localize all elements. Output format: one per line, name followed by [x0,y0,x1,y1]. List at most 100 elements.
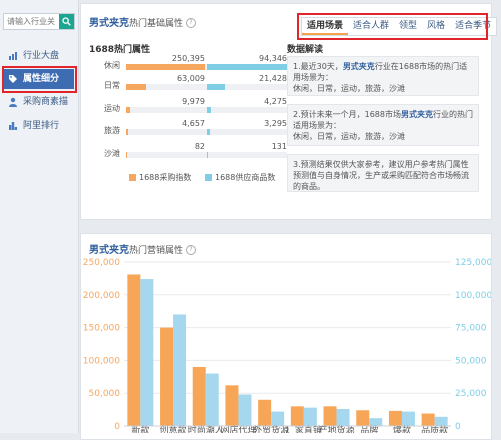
supply-track [207,152,287,158]
chart-bar-series-1 [421,413,435,426]
chart-icon [9,52,17,60]
ranking-icon [9,122,17,130]
chart-bar-series-2 [336,408,350,426]
chart-bar-series-1 [323,406,337,426]
sidebar-item-ranking[interactable]: 阿里排行 [4,116,74,136]
chart-bar-series-2 [369,418,383,426]
row-label: 运动 [104,104,120,113]
chart-bar-series-2 [303,407,317,426]
attribute-row: 日常 63,009 21,428 [104,74,287,91]
purchase-track [126,129,208,135]
purchase-track [126,152,208,158]
hot-attributes-title: 1688热门属性 [89,45,151,55]
chart-bar-series-1 [225,385,239,426]
attribute-row: 运动 9,979 4,275 [104,97,287,114]
row-label: 沙滩 [104,149,120,158]
interpretation-item: 1.最近30天，男式夹克行业在1688市场的热门适用场景为： 休闲，日常，运动，… [287,56,479,96]
attribute-panel-title: 男式夹克热门基础属性? [89,14,197,29]
legend-swatch [205,174,212,181]
supply-count-value: 21,428 [259,74,287,83]
sidebar-item-label: 阿里排行 [23,121,60,131]
x-tick-label: 外贸货源 [253,424,289,433]
chart-bar-series-2 [140,279,154,426]
interpretation-title: 数据解读 [287,45,324,55]
title-keyword: 男式夹克 [89,245,129,256]
purchase-index-value: 9,979 [182,97,205,106]
row-label: 旅游 [104,126,120,135]
y-left-tick-label: 250,000 [83,258,120,268]
attribute-row: 休闲 250,395 94,346 [104,54,287,71]
help-icon[interactable]: ? [186,18,197,28]
sidebar-item-industry[interactable]: 行业大盘 [4,46,74,66]
supply-track [207,84,287,90]
interp-keyword: 男式夹克 [401,110,433,119]
chart-bar-series-2 [238,394,252,426]
supply-count-value: 3,295 [264,119,287,128]
interp-text: 1.最近30天， [293,62,343,71]
y-left-tick-label: 0 [114,422,120,432]
supply-count-value: 94,346 [259,54,287,63]
purchase-index-value: 82 [194,142,205,151]
interp-text: 3.预测结果仅供大家参考，建议用户参考热门属性预测值与自身情况，生产或采购匹配符… [293,160,469,191]
chart-bar-series-2 [173,314,187,426]
sidebar-item-buyers[interactable]: 采购商素描 [4,92,74,112]
x-tick-label: 创意款 [160,424,187,433]
x-tick-label: 品质款 [421,424,448,433]
search-input[interactable] [4,14,59,29]
x-tick-label: 爆款 [393,424,411,433]
supply-count-value: 131 [271,142,287,151]
legend-swatch [129,174,136,181]
interp-scenes: 休闲，日常，运动，旅游，沙滩 [293,132,405,141]
y-right-tick-label: 0 [455,422,461,432]
chart-bar-series-2 [401,411,415,426]
x-tick-label: 品牌 [360,424,378,433]
highlight-box-tabs [297,13,488,40]
interpretation-item: 2.预计未来一个月，1688市场男式夹克行业的热门适用场景为： 休闲，日常，运动… [287,104,479,146]
y-right-tick-label: 75,000 [455,324,487,334]
attribute-row: 旅游 4,657 3,295 [104,119,287,136]
purchase-index-value: 4,657 [182,119,205,128]
legend-purchase-index: 1688采购指数 [129,172,191,183]
purchase-track [126,84,208,90]
y-left-tick-label: 50,000 [89,389,121,399]
y-right-tick-label: 125,000 [455,258,491,268]
title-rest: 热门营销属性 [129,246,184,256]
row-label: 日常 [104,81,120,90]
person-icon [9,97,17,107]
purchase-track [126,107,208,113]
search-box [3,13,75,30]
supply-track [207,129,287,135]
interp-scenes: 休闲，日常，运动，旅游，沙滩 [293,84,405,93]
legend-supply-count: 1688供应商品数 [205,172,275,183]
y-left-tick-label: 100,000 [83,356,120,366]
chart-bar-series-2 [434,416,448,426]
row-label: 休闲 [104,61,120,70]
title-rest: 热门基础属性 [129,19,184,29]
y-right-tick-label: 100,000 [455,291,491,301]
help-icon[interactable]: ? [186,245,197,255]
interp-keyword: 男式夹克 [342,62,375,71]
sidebar-item-label: 行业大盘 [23,51,60,61]
supply-track [207,107,287,113]
sidebar-item-label: 采购商素描 [23,97,69,107]
supply-count-value: 4,275 [264,97,287,106]
highlight-box-sidebar [2,66,77,93]
interp-text: 2.预计未来一个月，1688市场 [293,110,401,119]
chart-bar-series-1 [356,410,370,426]
y-left-tick-label: 150,000 [83,324,120,334]
chart-bar-series-1 [192,366,206,426]
supply-count-bar [207,84,225,90]
x-tick-label: 网店代理 [220,424,256,433]
purchase-index-bar [126,64,205,70]
supply-count-bar [207,152,208,158]
chart-bar-series-1 [160,327,174,426]
search-icon [62,17,71,26]
y-right-tick-label: 25,000 [455,389,487,399]
chart-bar-series-2 [205,373,219,426]
supply-count-bar [207,107,211,113]
search-button[interactable] [59,14,74,29]
purchase-index-bar [126,129,128,135]
purchase-index-bar [126,152,127,158]
x-tick-label: 厂家直销 [286,424,322,433]
x-tick-label: 新款 [131,424,149,433]
